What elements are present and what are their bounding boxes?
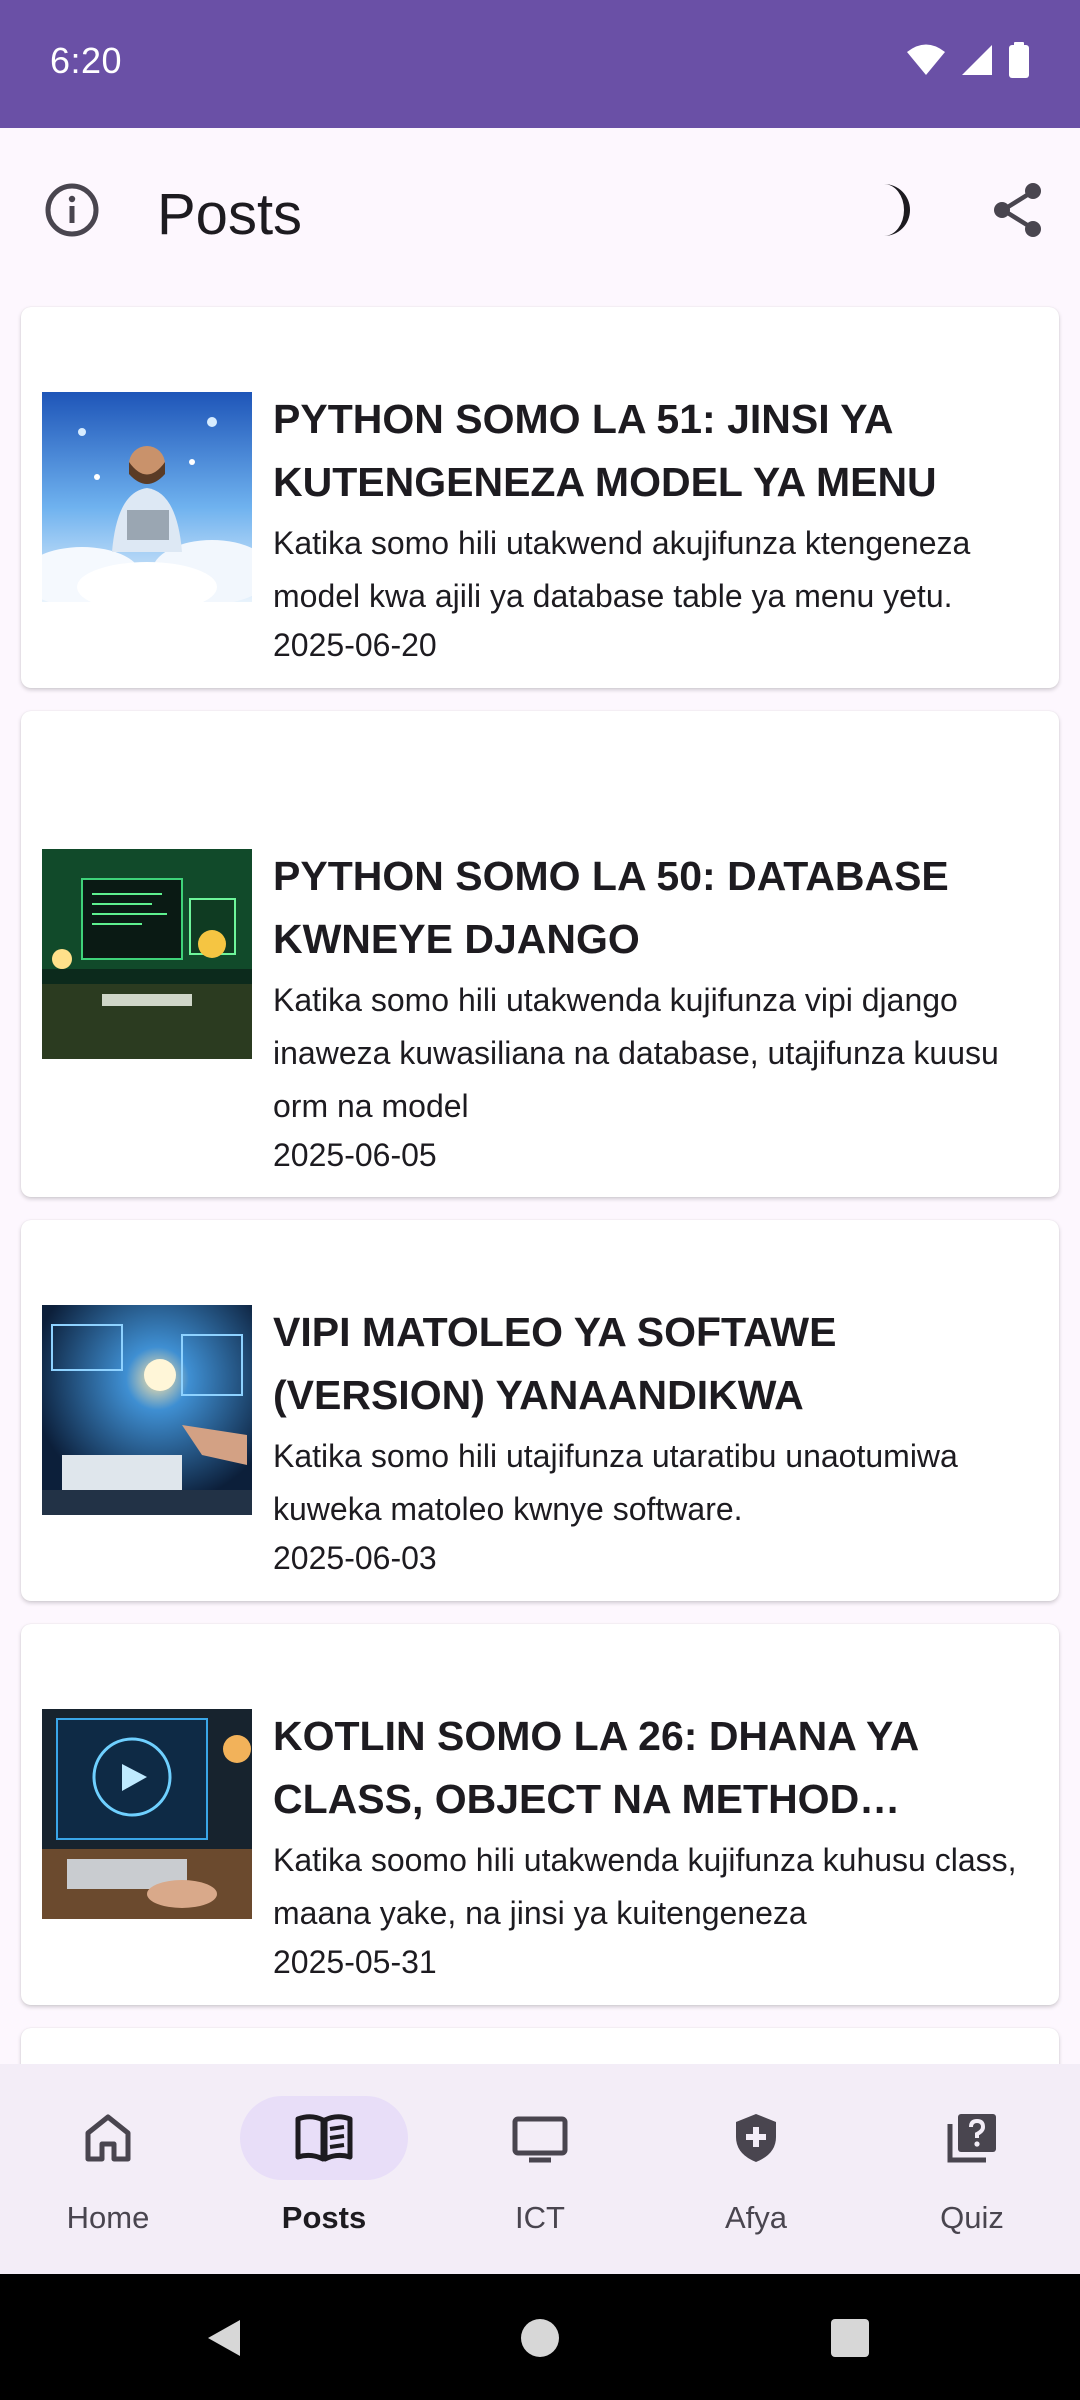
post-date: 2025-06-05 bbox=[273, 1137, 437, 1173]
post-title: PYTHON SOMO LA 51: JINSI YA KUTENGENEZA … bbox=[273, 396, 937, 505]
quiz-icon bbox=[947, 2114, 996, 2163]
signal-icon bbox=[962, 45, 992, 75]
post-thumbnail bbox=[42, 392, 252, 602]
bottom-navigation: Home Posts ICT Afya Quiz bbox=[0, 2064, 1080, 2274]
post-title: PYTHON SOMO LA 50: DATABASE KWNEYE DJANG… bbox=[273, 853, 949, 962]
nav-indicator-active bbox=[240, 2096, 408, 2180]
wifi-icon bbox=[907, 44, 945, 75]
recents-icon[interactable] bbox=[830, 2318, 870, 2358]
shield-plus-icon bbox=[736, 2114, 776, 2162]
info-icon bbox=[45, 183, 99, 237]
nav-item-posts[interactable]: Posts bbox=[216, 2064, 432, 2274]
post-date: 2025-05-31 bbox=[273, 1944, 437, 1980]
nav-item-afya[interactable]: Afya bbox=[648, 2064, 864, 2274]
battery-icon bbox=[1009, 42, 1029, 78]
info-button[interactable] bbox=[42, 180, 102, 240]
nav-indicator bbox=[672, 2096, 840, 2180]
nav-indicator bbox=[888, 2096, 1056, 2180]
post-thumbnail bbox=[42, 1305, 252, 1515]
posts-list[interactable]: PYTHON SOMO LA 51: JINSI YA KUTENGENEZA … bbox=[0, 300, 1080, 2064]
post-text: VIPI MATOLEO YA SOFTAWE (VERSION) YANAAN… bbox=[273, 1301, 1033, 1580]
post-text: PYTHON SOMO LA 51: JINSI YA KUTENGENEZA … bbox=[273, 388, 1033, 667]
status-time: 6:20 bbox=[50, 40, 123, 81]
nav-label: Afya bbox=[724, 2200, 788, 2235]
post-title: VIPI MATOLEO YA SOFTAWE (VERSION) YANAAN… bbox=[273, 1309, 837, 1418]
nav-indicator bbox=[456, 2096, 624, 2180]
post-card[interactable]: PYTHON SOMO LA 50: DATABASE KWNEYE DJANG… bbox=[21, 711, 1059, 1197]
post-card[interactable] bbox=[21, 2028, 1059, 2064]
post-description: Katika soomo hili utakwenda kujifunza ku… bbox=[273, 1842, 1017, 1931]
post-card[interactable]: KOTLIN SOMO LA 26: DHANA YA CLASS, OBJEC… bbox=[21, 1624, 1059, 2005]
post-card[interactable]: VIPI MATOLEO YA SOFTAWE (VERSION) YANAAN… bbox=[21, 1220, 1059, 1601]
theme-toggle-button[interactable] bbox=[862, 180, 922, 240]
post-text: PYTHON SOMO LA 50: DATABASE KWNEYE DJANG… bbox=[273, 845, 1033, 1177]
page-title: Posts bbox=[157, 182, 303, 247]
share-button[interactable] bbox=[988, 180, 1048, 240]
post-description: Katika somo hili utakwend akujifunza kte… bbox=[273, 525, 971, 614]
post-description: Katika somo hili utajifunza utaratibu un… bbox=[273, 1438, 958, 1527]
share-icon bbox=[994, 183, 1041, 237]
post-date: 2025-06-03 bbox=[273, 1540, 437, 1576]
top-app-bar: Posts bbox=[0, 128, 1080, 300]
home-circle-icon[interactable] bbox=[520, 2318, 560, 2358]
status-icons bbox=[906, 42, 1030, 78]
nav-item-quiz[interactable]: Quiz bbox=[864, 2064, 1080, 2274]
book-icon bbox=[295, 2114, 353, 2162]
nav-label: ICT bbox=[515, 2200, 565, 2235]
post-description: Katika somo hili utakwenda kujifunza vip… bbox=[273, 982, 999, 1124]
nav-indicator bbox=[24, 2096, 192, 2180]
post-thumbnail bbox=[42, 1709, 252, 1919]
post-date: 2025-06-20 bbox=[273, 627, 437, 663]
post-title: KOTLIN SOMO LA 26: DHANA YA CLASS, OBJEC… bbox=[273, 1713, 918, 1822]
home-icon bbox=[85, 2114, 131, 2162]
back-icon[interactable] bbox=[204, 2318, 244, 2358]
nav-item-ict[interactable]: ICT bbox=[432, 2064, 648, 2274]
nav-label: Posts bbox=[281, 2200, 367, 2235]
status-bar: 6:20 bbox=[0, 0, 1080, 128]
moon-icon bbox=[884, 184, 910, 236]
nav-item-home[interactable]: Home bbox=[0, 2064, 216, 2274]
post-card[interactable]: PYTHON SOMO LA 51: JINSI YA KUTENGENEZA … bbox=[21, 307, 1059, 688]
nav-label: Home bbox=[66, 2200, 150, 2235]
post-thumbnail bbox=[42, 849, 252, 1059]
post-text: KOTLIN SOMO LA 26: DHANA YA CLASS, OBJEC… bbox=[273, 1705, 1033, 1984]
nav-label: Quiz bbox=[940, 2200, 1004, 2235]
system-navigation-bar bbox=[0, 2274, 1080, 2400]
monitor-icon bbox=[512, 2116, 568, 2163]
